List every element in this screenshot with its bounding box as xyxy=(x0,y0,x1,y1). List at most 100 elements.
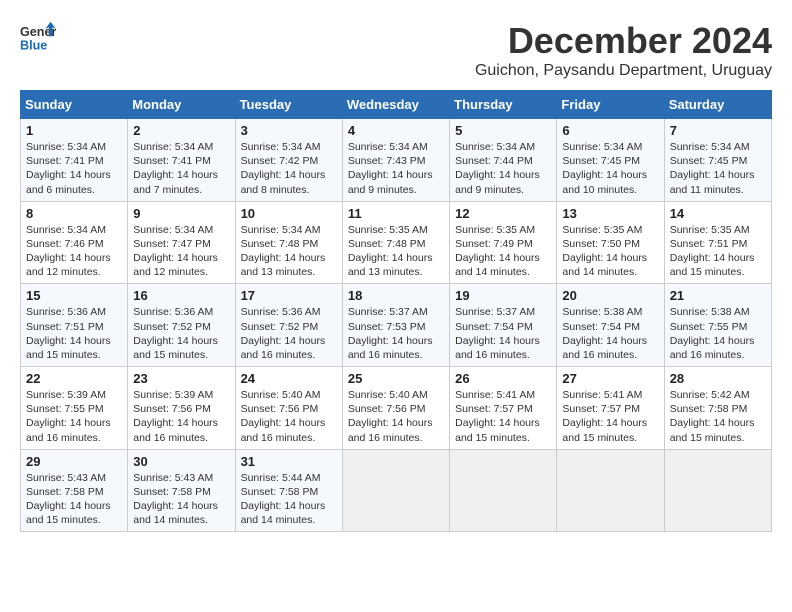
calendar-cell: 20 Sunrise: 5:38 AM Sunset: 7:54 PM Dayl… xyxy=(557,284,664,367)
day-number: 25 xyxy=(348,371,444,386)
day-info: Sunrise: 5:37 AM Sunset: 7:53 PM Dayligh… xyxy=(348,305,444,362)
day-number: 13 xyxy=(562,206,658,221)
day-info: Sunrise: 5:34 AM Sunset: 7:41 PM Dayligh… xyxy=(133,140,229,197)
calendar-cell: 1 Sunrise: 5:34 AM Sunset: 7:41 PM Dayli… xyxy=(21,119,128,202)
page-header: General Blue December 2024 Guichon, Pays… xyxy=(20,20,772,80)
calendar-cell: 7 Sunrise: 5:34 AM Sunset: 7:45 PM Dayli… xyxy=(664,119,771,202)
day-number: 4 xyxy=(348,123,444,138)
day-number: 5 xyxy=(455,123,551,138)
calendar-cell: 31 Sunrise: 5:44 AM Sunset: 7:58 PM Dayl… xyxy=(235,449,342,532)
day-number: 31 xyxy=(241,454,337,469)
header-tuesday: Tuesday xyxy=(235,91,342,119)
calendar-cell xyxy=(664,449,771,532)
header-thursday: Thursday xyxy=(450,91,557,119)
day-info: Sunrise: 5:34 AM Sunset: 7:41 PM Dayligh… xyxy=(26,140,122,197)
day-number: 24 xyxy=(241,371,337,386)
day-number: 3 xyxy=(241,123,337,138)
calendar-cell: 13 Sunrise: 5:35 AM Sunset: 7:50 PM Dayl… xyxy=(557,201,664,284)
day-info: Sunrise: 5:35 AM Sunset: 7:48 PM Dayligh… xyxy=(348,223,444,280)
day-number: 22 xyxy=(26,371,122,386)
day-number: 8 xyxy=(26,206,122,221)
logo: General Blue xyxy=(20,20,56,56)
day-info: Sunrise: 5:41 AM Sunset: 7:57 PM Dayligh… xyxy=(455,388,551,445)
calendar-row: 29 Sunrise: 5:43 AM Sunset: 7:58 PM Dayl… xyxy=(21,449,772,532)
day-info: Sunrise: 5:38 AM Sunset: 7:55 PM Dayligh… xyxy=(670,305,766,362)
calendar-cell: 28 Sunrise: 5:42 AM Sunset: 7:58 PM Dayl… xyxy=(664,367,771,450)
logo-icon: General Blue xyxy=(20,20,56,56)
header-saturday: Saturday xyxy=(664,91,771,119)
calendar-cell: 5 Sunrise: 5:34 AM Sunset: 7:44 PM Dayli… xyxy=(450,119,557,202)
day-number: 7 xyxy=(670,123,766,138)
calendar-cell: 14 Sunrise: 5:35 AM Sunset: 7:51 PM Dayl… xyxy=(664,201,771,284)
day-info: Sunrise: 5:39 AM Sunset: 7:56 PM Dayligh… xyxy=(133,388,229,445)
day-info: Sunrise: 5:35 AM Sunset: 7:51 PM Dayligh… xyxy=(670,223,766,280)
calendar-cell: 21 Sunrise: 5:38 AM Sunset: 7:55 PM Dayl… xyxy=(664,284,771,367)
day-number: 29 xyxy=(26,454,122,469)
svg-text:Blue: Blue xyxy=(20,39,47,53)
calendar-cell xyxy=(342,449,449,532)
day-info: Sunrise: 5:36 AM Sunset: 7:52 PM Dayligh… xyxy=(133,305,229,362)
calendar-header-row: Sunday Monday Tuesday Wednesday Thursday… xyxy=(21,91,772,119)
day-number: 21 xyxy=(670,288,766,303)
day-number: 20 xyxy=(562,288,658,303)
day-number: 2 xyxy=(133,123,229,138)
day-info: Sunrise: 5:34 AM Sunset: 7:45 PM Dayligh… xyxy=(562,140,658,197)
location-subtitle: Guichon, Paysandu Department, Uruguay xyxy=(475,62,772,80)
calendar-row: 8 Sunrise: 5:34 AM Sunset: 7:46 PM Dayli… xyxy=(21,201,772,284)
day-number: 9 xyxy=(133,206,229,221)
calendar-cell: 30 Sunrise: 5:43 AM Sunset: 7:58 PM Dayl… xyxy=(128,449,235,532)
day-number: 15 xyxy=(26,288,122,303)
day-number: 28 xyxy=(670,371,766,386)
day-info: Sunrise: 5:34 AM Sunset: 7:42 PM Dayligh… xyxy=(241,140,337,197)
day-info: Sunrise: 5:36 AM Sunset: 7:52 PM Dayligh… xyxy=(241,305,337,362)
calendar-cell: 10 Sunrise: 5:34 AM Sunset: 7:48 PM Dayl… xyxy=(235,201,342,284)
day-number: 23 xyxy=(133,371,229,386)
day-number: 18 xyxy=(348,288,444,303)
day-info: Sunrise: 5:44 AM Sunset: 7:58 PM Dayligh… xyxy=(241,471,337,528)
calendar-cell: 29 Sunrise: 5:43 AM Sunset: 7:58 PM Dayl… xyxy=(21,449,128,532)
day-info: Sunrise: 5:38 AM Sunset: 7:54 PM Dayligh… xyxy=(562,305,658,362)
day-info: Sunrise: 5:37 AM Sunset: 7:54 PM Dayligh… xyxy=(455,305,551,362)
day-info: Sunrise: 5:34 AM Sunset: 7:47 PM Dayligh… xyxy=(133,223,229,280)
calendar-row: 1 Sunrise: 5:34 AM Sunset: 7:41 PM Dayli… xyxy=(21,119,772,202)
calendar-cell: 17 Sunrise: 5:36 AM Sunset: 7:52 PM Dayl… xyxy=(235,284,342,367)
calendar-row: 15 Sunrise: 5:36 AM Sunset: 7:51 PM Dayl… xyxy=(21,284,772,367)
day-number: 1 xyxy=(26,123,122,138)
day-number: 11 xyxy=(348,206,444,221)
day-info: Sunrise: 5:34 AM Sunset: 7:43 PM Dayligh… xyxy=(348,140,444,197)
calendar-cell: 2 Sunrise: 5:34 AM Sunset: 7:41 PM Dayli… xyxy=(128,119,235,202)
calendar-cell: 15 Sunrise: 5:36 AM Sunset: 7:51 PM Dayl… xyxy=(21,284,128,367)
day-info: Sunrise: 5:40 AM Sunset: 7:56 PM Dayligh… xyxy=(241,388,337,445)
day-info: Sunrise: 5:42 AM Sunset: 7:58 PM Dayligh… xyxy=(670,388,766,445)
day-number: 6 xyxy=(562,123,658,138)
calendar-cell: 8 Sunrise: 5:34 AM Sunset: 7:46 PM Dayli… xyxy=(21,201,128,284)
calendar-cell: 27 Sunrise: 5:41 AM Sunset: 7:57 PM Dayl… xyxy=(557,367,664,450)
calendar-cell: 3 Sunrise: 5:34 AM Sunset: 7:42 PM Dayli… xyxy=(235,119,342,202)
calendar-cell: 11 Sunrise: 5:35 AM Sunset: 7:48 PM Dayl… xyxy=(342,201,449,284)
day-info: Sunrise: 5:34 AM Sunset: 7:48 PM Dayligh… xyxy=(241,223,337,280)
day-info: Sunrise: 5:40 AM Sunset: 7:56 PM Dayligh… xyxy=(348,388,444,445)
day-info: Sunrise: 5:39 AM Sunset: 7:55 PM Dayligh… xyxy=(26,388,122,445)
day-number: 30 xyxy=(133,454,229,469)
calendar-cell: 16 Sunrise: 5:36 AM Sunset: 7:52 PM Dayl… xyxy=(128,284,235,367)
calendar-cell: 25 Sunrise: 5:40 AM Sunset: 7:56 PM Dayl… xyxy=(342,367,449,450)
title-section: December 2024 Guichon, Paysandu Departme… xyxy=(475,20,772,80)
calendar-cell: 24 Sunrise: 5:40 AM Sunset: 7:56 PM Dayl… xyxy=(235,367,342,450)
day-number: 26 xyxy=(455,371,551,386)
calendar-cell: 12 Sunrise: 5:35 AM Sunset: 7:49 PM Dayl… xyxy=(450,201,557,284)
day-number: 10 xyxy=(241,206,337,221)
calendar-cell xyxy=(450,449,557,532)
calendar-row: 22 Sunrise: 5:39 AM Sunset: 7:55 PM Dayl… xyxy=(21,367,772,450)
calendar-cell: 4 Sunrise: 5:34 AM Sunset: 7:43 PM Dayli… xyxy=(342,119,449,202)
header-monday: Monday xyxy=(128,91,235,119)
day-info: Sunrise: 5:41 AM Sunset: 7:57 PM Dayligh… xyxy=(562,388,658,445)
day-number: 12 xyxy=(455,206,551,221)
day-info: Sunrise: 5:35 AM Sunset: 7:50 PM Dayligh… xyxy=(562,223,658,280)
calendar-cell: 9 Sunrise: 5:34 AM Sunset: 7:47 PM Dayli… xyxy=(128,201,235,284)
header-friday: Friday xyxy=(557,91,664,119)
calendar-cell: 6 Sunrise: 5:34 AM Sunset: 7:45 PM Dayli… xyxy=(557,119,664,202)
calendar-cell: 19 Sunrise: 5:37 AM Sunset: 7:54 PM Dayl… xyxy=(450,284,557,367)
calendar-cell: 18 Sunrise: 5:37 AM Sunset: 7:53 PM Dayl… xyxy=(342,284,449,367)
day-info: Sunrise: 5:34 AM Sunset: 7:44 PM Dayligh… xyxy=(455,140,551,197)
day-info: Sunrise: 5:43 AM Sunset: 7:58 PM Dayligh… xyxy=(26,471,122,528)
